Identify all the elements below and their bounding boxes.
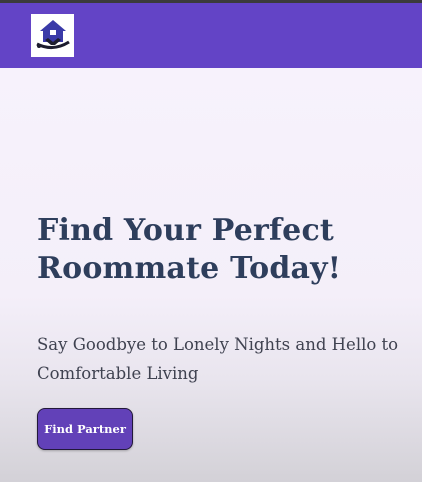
hero-headline: Find Your Perfect Roommate Today! bbox=[37, 213, 342, 286]
navbar bbox=[0, 3, 422, 68]
site-logo[interactable] bbox=[31, 14, 74, 57]
hero-subheadline: Say Goodbye to Lonely Nights and Hello t… bbox=[37, 335, 399, 383]
house-handshake-logo-icon bbox=[35, 19, 70, 49]
find-partner-button[interactable]: Find Partner bbox=[37, 408, 133, 450]
